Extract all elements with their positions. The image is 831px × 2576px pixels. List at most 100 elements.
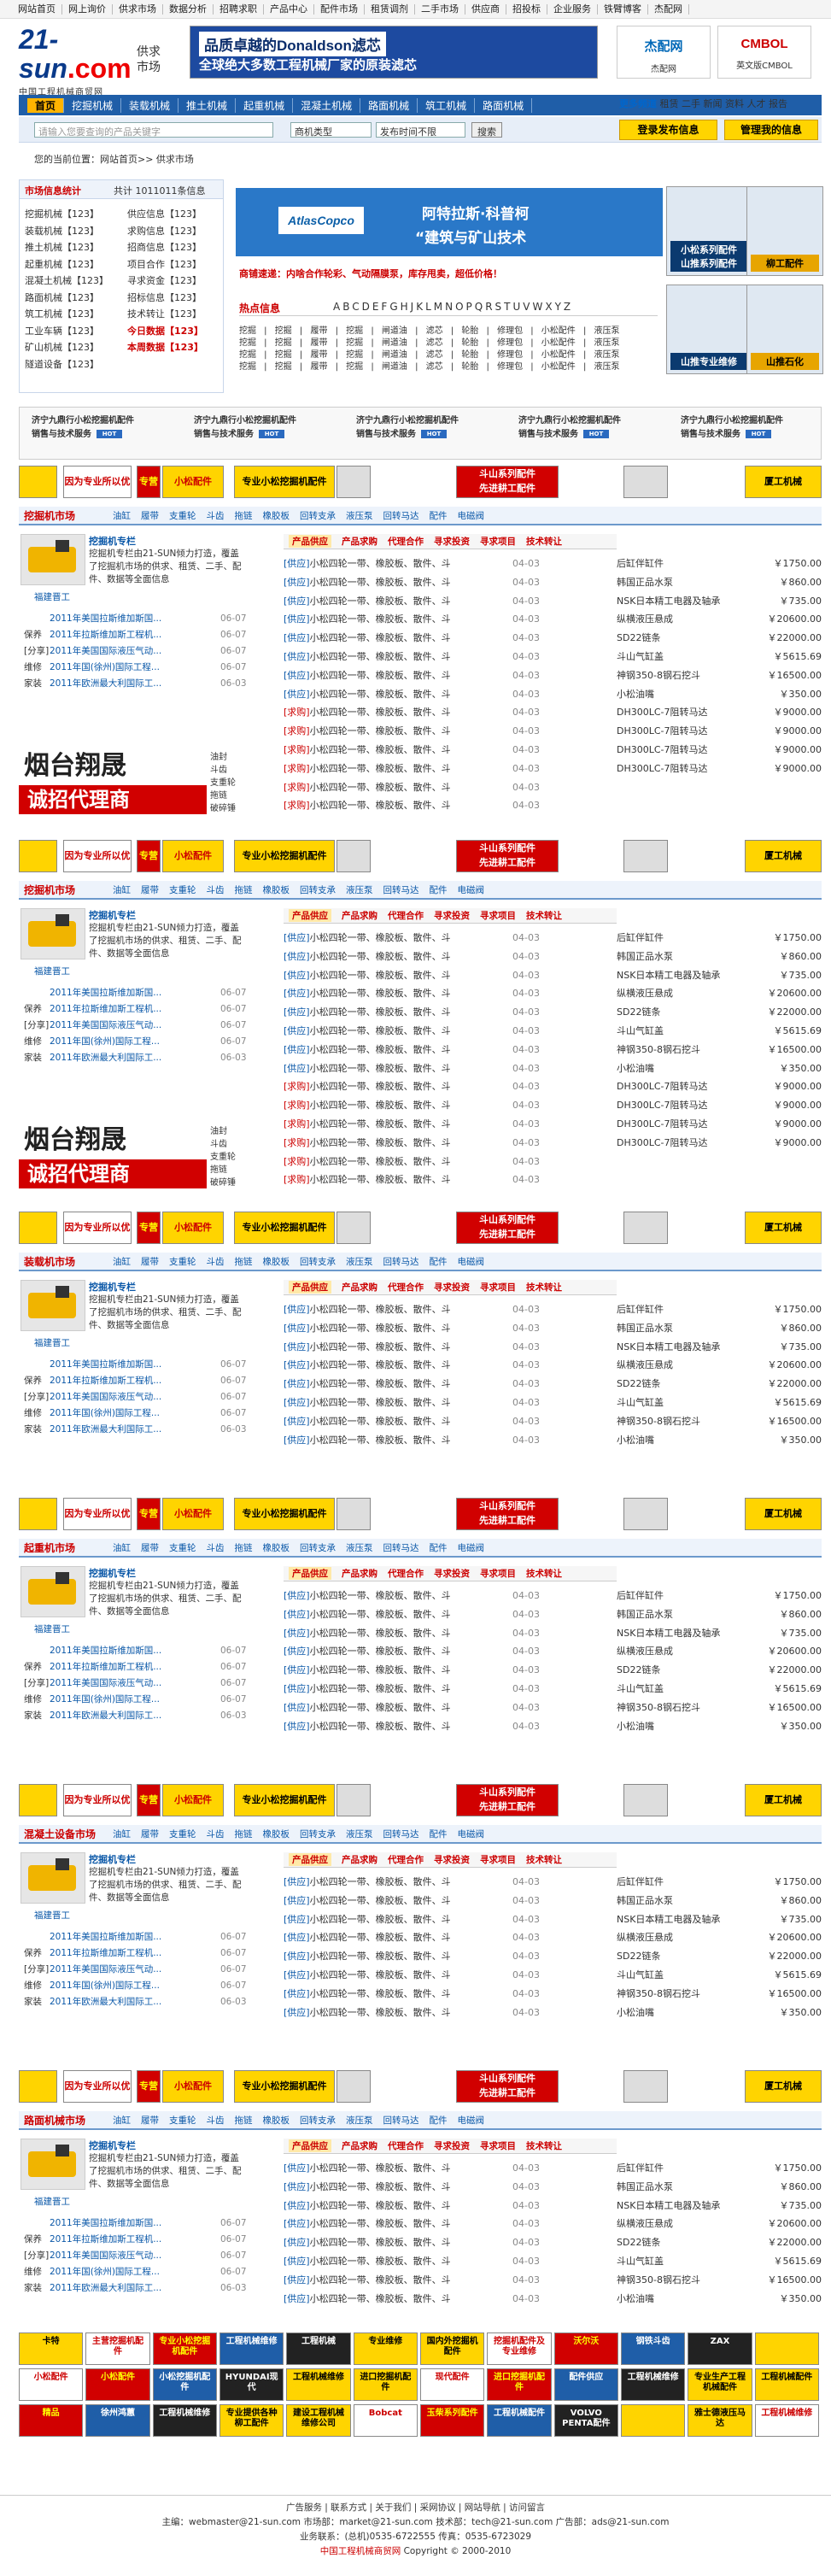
- section-tag[interactable]: 配件: [430, 1255, 448, 1268]
- news-title[interactable]: 2011年美国拉斯维加斯国...: [50, 1359, 161, 1370]
- section-tag[interactable]: 支重轮: [169, 883, 196, 896]
- ad-banner[interactable]: [19, 2070, 57, 2103]
- price-name[interactable]: DH300LC-7阻转马达: [617, 1100, 708, 1111]
- price-row[interactable]: 后缸伴缸件 ￥1750.00: [617, 929, 822, 948]
- ad-banner[interactable]: 专业小松挖掘机配件: [234, 840, 335, 872]
- product-image[interactable]: [20, 1566, 85, 1617]
- info-row[interactable]: [求购]小松四轮一带、橡胶板、散件、斗 04-03: [284, 1096, 608, 1115]
- grid-ad[interactable]: 工程机械维修: [754, 2404, 819, 2437]
- news-item[interactable]: 保养 2011年拉斯维加斯工程机... 06-07: [24, 2232, 246, 2248]
- topnav-item[interactable]: 招聘求职: [214, 3, 264, 15]
- row-tag[interactable]: [供应]: [284, 1397, 310, 1408]
- product-image[interactable]: [20, 908, 85, 959]
- ad-banner[interactable]: 斗山系列配件 先进耕工配件: [456, 1784, 559, 1816]
- info-row[interactable]: [供应]小松四轮一带、橡胶板、散件、斗 04-03: [284, 1375, 608, 1394]
- row-tag[interactable]: [供应]: [284, 932, 310, 943]
- price-name[interactable]: DH300LC-7阻转马达: [617, 1137, 708, 1148]
- row-tag[interactable]: [供应]: [284, 1323, 310, 1334]
- topnav-item[interactable]: 数据分析: [163, 3, 214, 15]
- topnav-item[interactable]: 供应商: [465, 3, 506, 15]
- price-row[interactable]: SD22链条 ￥22000.00: [617, 629, 822, 648]
- ad-banner[interactable]: 斗山系列配件 先进耕工配件: [456, 1498, 559, 1530]
- row-text[interactable]: 小松四轮一带、橡胶板、散件、斗: [310, 932, 451, 943]
- section-tag[interactable]: 支重轮: [169, 509, 196, 522]
- section-tag[interactable]: 履带: [141, 509, 159, 522]
- price-name[interactable]: SD22链条: [617, 1951, 660, 1962]
- info-tab[interactable]: 寻求投资: [434, 909, 470, 922]
- ad-banner[interactable]: 小松配件: [162, 1498, 224, 1530]
- news-item[interactable]: 家装 2011年欧洲最大利国际工... 06-03: [24, 1422, 246, 1438]
- info-tab[interactable]: 技术转让: [526, 1853, 562, 1866]
- stats-item[interactable]: 技术转让【123】: [127, 306, 221, 323]
- price-name[interactable]: 小松油嘴: [617, 1721, 654, 1732]
- ad-banner[interactable]: [623, 1212, 668, 1244]
- price-row[interactable]: 神钢350-8钢石挖斗 ￥16500.00: [617, 1985, 822, 2004]
- info-tab[interactable]: 产品供应: [289, 1567, 331, 1580]
- price-name[interactable]: 纵横液压悬成: [617, 1359, 673, 1370]
- section-title[interactable]: 混凝土设备市场: [19, 1827, 113, 1841]
- strip-item[interactable]: 济宁九鼎行小松挖掘机配件 销售与技术服务 HOT: [32, 414, 185, 442]
- price-name[interactable]: 后缸伴缸件: [617, 1876, 664, 1887]
- price-name[interactable]: 神钢350-8钢石挖斗: [617, 670, 700, 681]
- info-row[interactable]: [供应]小松四轮一带、橡胶板、散件、斗 04-03: [284, 1605, 608, 1624]
- row-text[interactable]: 小松四轮一带、橡胶板、散件、斗: [310, 1988, 451, 1999]
- price-name[interactable]: 韩国正品水泵: [617, 2181, 673, 2192]
- section-tag[interactable]: 油缸: [113, 883, 131, 896]
- mainnav-item[interactable]: 筑工机械: [418, 97, 476, 113]
- info-tab[interactable]: 寻求项目: [480, 1853, 516, 1866]
- ad-banner[interactable]: [623, 2070, 668, 2103]
- stats-item[interactable]: 混凝土机械【123】: [25, 273, 119, 290]
- grid-ad[interactable]: 工程机械配件: [487, 2404, 552, 2437]
- row-tag[interactable]: [求购]: [284, 1100, 310, 1111]
- keyword-row[interactable]: 挖掘 | 挖掘 | 履带 | 挖掘 | 闸道油 | 滤芯 | 轮胎 | 修理包 …: [239, 359, 620, 372]
- atlas-copco-banner[interactable]: AtlasCopco 阿特拉斯·科普柯 “建筑与矿山技术: [236, 188, 663, 256]
- news-title[interactable]: 2011年国(徐州)国际工程...: [50, 1694, 160, 1705]
- info-row[interactable]: [供应]小松四轮一带、橡胶板、散件、斗 04-03: [284, 1661, 608, 1680]
- row-tag[interactable]: [供应]: [284, 596, 310, 607]
- row-tag[interactable]: [供应]: [284, 613, 310, 625]
- row-tag[interactable]: [供应]: [284, 1876, 310, 1887]
- price-row[interactable]: NSK日本精工电器及轴承 ￥735.00: [617, 592, 822, 611]
- price-row[interactable]: NSK日本精工电器及轴承 ￥735.00: [617, 2197, 822, 2215]
- info-row[interactable]: [供应]小松四轮一带、橡胶板、散件、斗 04-03: [284, 1003, 608, 1022]
- section-tag[interactable]: 回转支承: [300, 509, 336, 522]
- search-button[interactable]: 搜索: [471, 122, 502, 138]
- row-text[interactable]: 小松四轮一带、橡胶板、散件、斗: [310, 1590, 451, 1601]
- info-row[interactable]: [供应]小松四轮一带、橡胶板、散件、斗 04-03: [284, 929, 608, 948]
- grid-ad[interactable]: 沃尔沃: [553, 2332, 618, 2365]
- row-tag[interactable]: [供应]: [284, 1590, 310, 1601]
- news-title[interactable]: 2011年欧洲最大利国际工...: [50, 1997, 161, 2007]
- section-tag[interactable]: 斗齿: [207, 1828, 225, 1840]
- info-row[interactable]: [供应]小松四轮一带、橡胶板、散件、斗 04-03: [284, 1985, 608, 2004]
- row-tag[interactable]: [求购]: [284, 782, 310, 793]
- stats-item[interactable]: 今日数据【123】: [127, 323, 221, 340]
- ad-banner[interactable]: 专业小松挖掘机配件: [234, 466, 335, 498]
- price-row[interactable]: DH300LC-7阻转马达 ￥9000.00: [617, 1115, 822, 1134]
- price-name[interactable]: 韩国正品水泵: [617, 1609, 673, 1620]
- section-tag[interactable]: 回转支承: [300, 1541, 336, 1554]
- topnav-item[interactable]: 产品中心: [264, 3, 314, 15]
- row-text[interactable]: 小松四轮一带、橡胶板、散件、斗: [310, 1100, 451, 1111]
- news-title[interactable]: 2011年拉斯维加斯工程机...: [50, 1376, 161, 1386]
- row-tag[interactable]: [供应]: [284, 1435, 310, 1446]
- news-item[interactable]: [分享]2011年美国国际液压气动... 06-07: [24, 1018, 246, 1034]
- topnav-item[interactable]: 铁臂博客: [598, 3, 648, 15]
- price-name[interactable]: DH300LC-7阻转马达: [617, 744, 708, 755]
- price-name[interactable]: 神钢350-8钢石挖斗: [617, 1988, 700, 1999]
- ad-banner[interactable]: 厦工机械: [745, 840, 822, 872]
- info-tab[interactable]: 产品供应: [289, 2139, 331, 2152]
- price-name[interactable]: SD22链条: [617, 2237, 660, 2248]
- info-row[interactable]: [供应]小松四轮一带、橡胶板、散件、斗 04-03: [284, 1319, 608, 1338]
- section-tag[interactable]: 油缸: [113, 509, 131, 522]
- price-row[interactable]: 韩国正品水泵 ￥860.00: [617, 1605, 822, 1624]
- company-name[interactable]: 福建晋工: [34, 590, 70, 603]
- row-text[interactable]: 小松四轮一带、橡胶板、散件、斗: [310, 1156, 451, 1167]
- news-item[interactable]: 维修 2011年国(徐州)国际工程... 06-07: [24, 1405, 246, 1422]
- row-text[interactable]: 小松四轮一带、橡胶板、散件、斗: [310, 1378, 451, 1389]
- section-tag[interactable]: 电磁阀: [458, 1828, 485, 1840]
- info-row[interactable]: [供应]小松四轮一带、橡胶板、散件、斗 04-03: [284, 1910, 608, 1929]
- ad-banner[interactable]: [19, 1498, 57, 1530]
- news-item[interactable]: 2011年美国拉斯维加斯国... 06-07: [24, 611, 246, 627]
- column-title[interactable]: 挖掘机专栏: [89, 1280, 136, 1294]
- row-tag[interactable]: [求购]: [284, 725, 310, 736]
